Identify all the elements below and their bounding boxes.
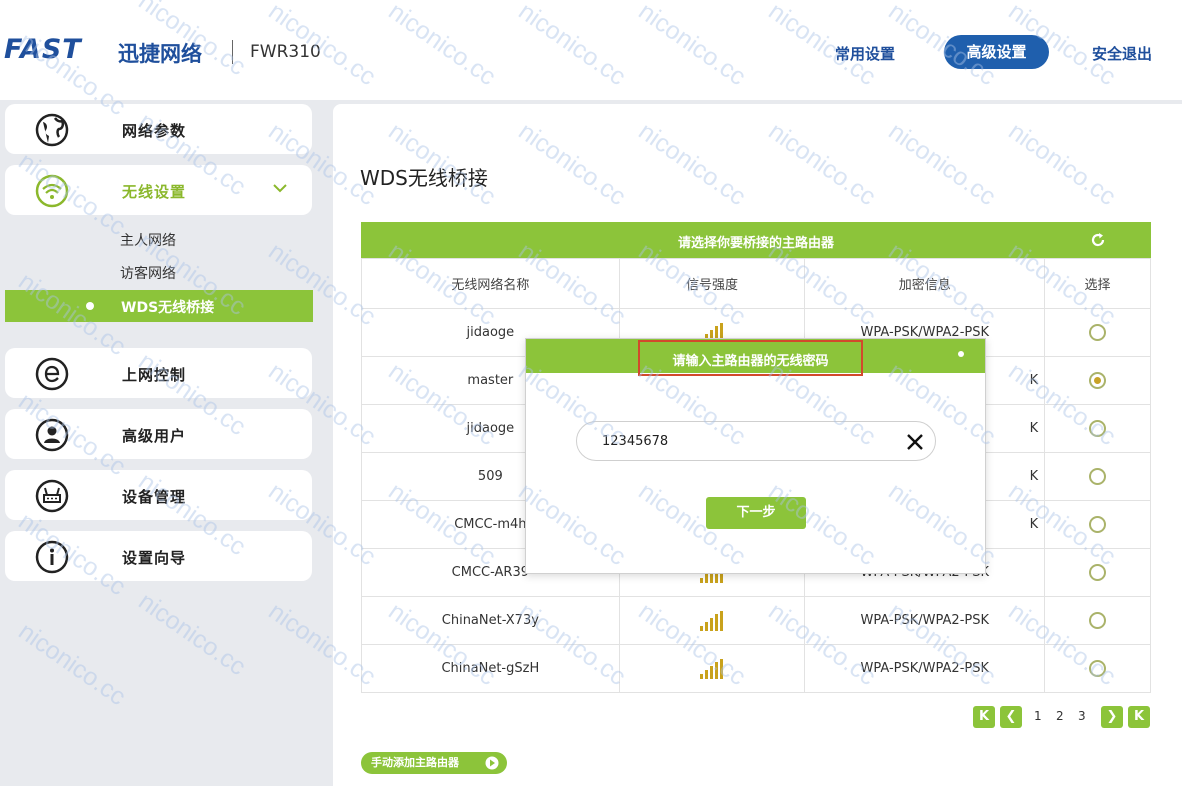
sidebar-item-setup-wizard[interactable]: 设置向导 (5, 531, 312, 581)
chevron-down-icon (273, 184, 287, 193)
table-title-bar: 请选择你要桥接的主路由器 (361, 222, 1151, 258)
signal-cell (618, 596, 806, 645)
prev-page-button[interactable]: ❮ (1000, 706, 1022, 728)
sidebar-item-internet-control[interactable]: 上网控制 (5, 348, 312, 398)
select-cell (1044, 500, 1151, 549)
select-cell (1044, 596, 1151, 645)
first-page-button[interactable]: K (973, 706, 995, 728)
col-encryption-header: 加密信息 (804, 258, 1046, 309)
page-number[interactable]: 1 (1034, 709, 1042, 723)
sidebar-item-advanced-users[interactable]: 高级用户 (5, 409, 312, 459)
password-value: 12345678 (602, 434, 669, 449)
page-number[interactable]: 3 (1078, 709, 1086, 723)
encryption-cell: WPA-PSK/WPA2-PSK (804, 644, 1046, 693)
last-page-button[interactable]: K (1128, 706, 1150, 728)
user-icon (35, 418, 69, 452)
logo-divider (232, 40, 233, 64)
select-radio[interactable] (1089, 564, 1107, 581)
sidebar-subitem-guest-network[interactable]: 访客网络 (120, 263, 176, 283)
table-title: 请选择你要桥接的主路由器 (677, 236, 834, 251)
select-cell (1044, 308, 1151, 357)
sidebar-item-wireless-settings[interactable]: 无线设置 (5, 165, 312, 215)
model-name: FWR310 (250, 42, 321, 62)
col-ssid-header: 无线网络名称 (361, 258, 620, 309)
globe-icon (35, 113, 69, 147)
info-icon (35, 540, 69, 574)
ssid-cell: ChinaNet-X73y (361, 596, 620, 645)
select-radio[interactable] (1089, 324, 1107, 341)
sidebar-item-label: 设备管理 (122, 488, 187, 506)
sidebar-item-label: 网络参数 (122, 122, 187, 140)
select-radio[interactable] (1089, 612, 1107, 629)
signal-cell (618, 644, 806, 693)
table-row[interactable]: ChinaNet-gSzH WPA-PSK/WPA2-PSK (361, 644, 1151, 693)
manual-add-label: 手动添加主路由器 (371, 756, 459, 769)
next-button[interactable]: 下一步 (706, 497, 806, 529)
logo-brand-cn: 迅捷网络 (118, 42, 202, 66)
signal-strength-icon (699, 658, 725, 679)
select-radio[interactable] (1089, 372, 1107, 389)
sidebar-subitem-label: WDS无线桥接 (121, 300, 215, 316)
col-select-header: 选择 (1044, 258, 1151, 309)
clear-icon[interactable] (905, 432, 925, 452)
page-number[interactable]: 2 (1056, 709, 1064, 723)
next-page-button[interactable]: ❯ (1101, 706, 1123, 728)
select-radio[interactable] (1089, 516, 1107, 533)
encryption-cell: WPA-PSK/WPA2-PSK (804, 596, 1046, 645)
sidebar-item-label: 上网控制 (122, 366, 187, 384)
password-dialog: 请输入主路由器的无线密码 12345678 下一步 (525, 338, 986, 574)
page-title: WDS无线桥接 (360, 166, 488, 190)
table-row[interactable]: ChinaNet-X73y WPA-PSK/WPA2-PSK (361, 596, 1151, 645)
table-header-row: 无线网络名称 信号强度 加密信息 选择 (361, 258, 1151, 309)
select-radio[interactable] (1089, 468, 1107, 485)
manual-add-router-button[interactable]: 手动添加主路由器 (361, 752, 507, 774)
signal-strength-icon (699, 610, 725, 631)
password-input[interactable]: 12345678 (576, 421, 936, 461)
sidebar-item-network-params[interactable]: 网络参数 (5, 104, 312, 154)
select-cell (1044, 356, 1151, 405)
sidebar-item-label: 设置向导 (122, 549, 187, 567)
logo: FAST (4, 34, 82, 65)
ssid-cell: ChinaNet-gSzH (361, 644, 620, 693)
play-arrow-icon (485, 756, 499, 770)
select-cell (1044, 452, 1151, 501)
select-radio[interactable] (1089, 420, 1107, 437)
sidebar-item-device-management[interactable]: 设备管理 (5, 470, 312, 520)
select-cell (1044, 548, 1151, 597)
nav-common-settings[interactable]: 常用设置 (835, 43, 895, 64)
close-icon[interactable] (957, 350, 965, 358)
wifi-icon (35, 174, 69, 208)
select-cell (1044, 404, 1151, 453)
sidebar-subitem-wds[interactable]: WDS无线桥接 (5, 290, 313, 322)
nav-advanced-settings[interactable]: 高级设置 (944, 35, 1049, 69)
header: FAST 迅捷网络 FWR310 常用设置 高级设置 安全退出 (0, 0, 1182, 100)
active-dot (86, 302, 94, 310)
dialog-title-highlight: 请输入主路由器的无线密码 (638, 340, 863, 376)
select-radio[interactable] (1089, 660, 1107, 677)
sidebar-item-label: 高级用户 (122, 427, 187, 445)
router-icon (35, 479, 69, 513)
sidebar-item-label: 无线设置 (122, 183, 187, 201)
nav-logout[interactable]: 安全退出 (1092, 43, 1152, 64)
sidebar-subitem-main-network[interactable]: 主人网络 (120, 230, 176, 250)
refresh-icon[interactable] (1089, 231, 1107, 249)
dialog-title: 请输入主路由器的无线密码 (672, 354, 829, 369)
select-cell (1044, 644, 1151, 693)
internet-e-icon (35, 357, 69, 391)
col-signal-header: 信号强度 (618, 258, 806, 309)
